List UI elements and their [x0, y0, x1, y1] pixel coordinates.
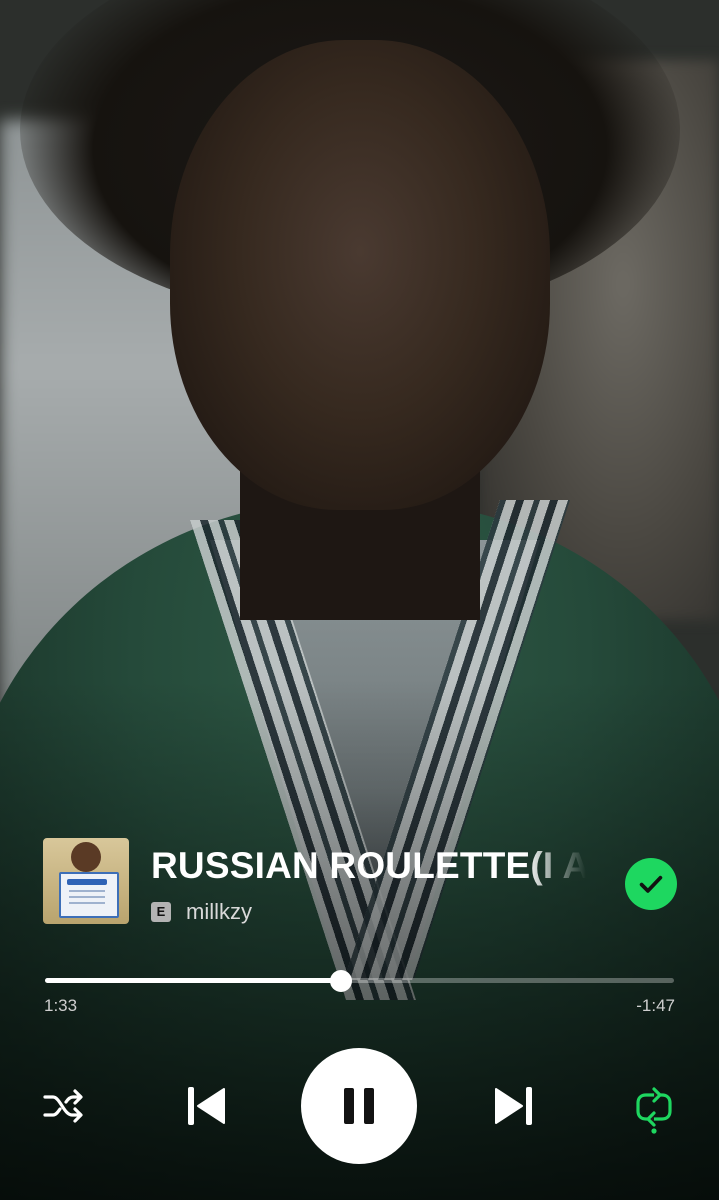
track-title[interactable]: RUSSIAN ROULETTE(I AM	[151, 844, 586, 888]
pause-button[interactable]	[301, 1048, 417, 1164]
skip-previous-icon	[188, 1087, 225, 1125]
track-info: RUSSIAN ROULETTE(I AM E millkzy	[43, 838, 683, 926]
shuffle-icon	[43, 1089, 83, 1123]
playback-controls	[0, 1048, 719, 1164]
artist-row: E millkzy	[151, 898, 252, 926]
progress-thumb[interactable]	[330, 970, 352, 992]
album-cover[interactable]	[43, 838, 129, 924]
next-button[interactable]	[490, 1082, 538, 1130]
playback-progress-bar[interactable]	[45, 969, 674, 993]
pause-icon	[344, 1088, 374, 1124]
repeat-button[interactable]	[630, 1084, 678, 1136]
previous-button[interactable]	[182, 1082, 230, 1130]
remaining-time: -1:47	[636, 996, 675, 1015]
elapsed-time: 1:33	[44, 996, 78, 1015]
skip-next-icon	[495, 1087, 532, 1125]
artist-name[interactable]: millkzy	[186, 899, 252, 925]
liked-check-icon[interactable]	[625, 858, 677, 910]
progress-fill	[45, 978, 341, 983]
repeat-smart-icon	[636, 1087, 672, 1134]
explicit-badge: E	[151, 902, 171, 922]
canvas-video-background	[0, 0, 719, 1200]
now-playing-screen: RUSSIAN ROULETTE(I AM E millkzy 1:33 -1:…	[0, 0, 719, 1200]
shuffle-button[interactable]	[40, 1086, 88, 1126]
